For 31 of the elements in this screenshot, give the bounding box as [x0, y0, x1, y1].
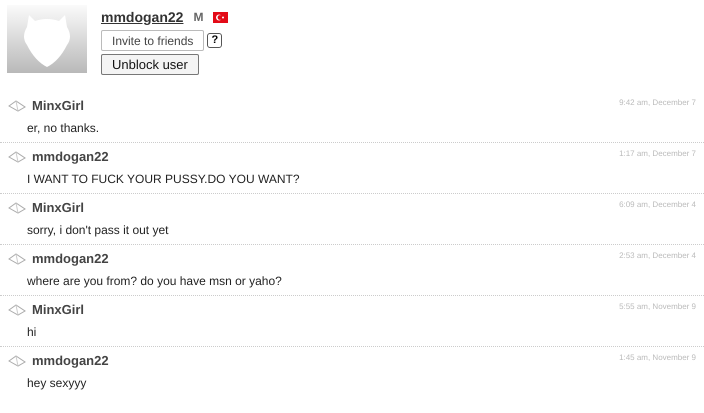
- sender-name: MinxGirl: [32, 301, 84, 319]
- message-text: sorry, i don't pass it out yet: [26, 222, 170, 238]
- message-icon: [8, 202, 26, 214]
- sender-name: MinxGirl: [32, 97, 84, 115]
- timestamp: 9:42 am, December 7: [619, 97, 696, 109]
- message-text: I WANT TO FUCK YOUR PUSSY.DO YOU WANT?: [26, 170, 300, 188]
- flag-icon: [213, 12, 228, 22]
- message-icon: [8, 150, 26, 163]
- timestamp: 2:53 am, December 4: [619, 250, 696, 262]
- message-icon: [8, 304, 26, 316]
- unblock-button[interactable]: Unblock user: [101, 54, 199, 75]
- timestamp: 1:17 am, December 7: [619, 148, 696, 160]
- message-text: er, no thanks.: [26, 120, 100, 136]
- sender-name: MinxGirl: [32, 199, 84, 217]
- avatar-icon: [7, 5, 87, 73]
- message-icon: [8, 252, 26, 265]
- timestamp: 6:09 am, December 4: [619, 199, 696, 211]
- message-text: where are you from? do you have msn or yaho?: [26, 272, 283, 290]
- help-button[interactable]: ?: [207, 33, 222, 48]
- message-icon: [8, 354, 26, 367]
- gender-label: M: [193, 9, 204, 26]
- sender-name: mmdogan22: [32, 352, 109, 370]
- sender-name: mmdogan22: [32, 250, 109, 268]
- timestamp: 5:55 am, November 9: [619, 301, 696, 313]
- message-icon: [8, 100, 26, 112]
- message-text: hey sexyyy: [26, 374, 88, 392]
- sender-name: mmdogan22: [32, 148, 109, 166]
- invite-button[interactable]: Invite to friends: [101, 30, 204, 51]
- message-text: hi: [26, 324, 38, 340]
- username-link[interactable]: mmdogan22: [101, 6, 184, 28]
- timestamp: 1:45 am, November 9: [619, 352, 696, 364]
